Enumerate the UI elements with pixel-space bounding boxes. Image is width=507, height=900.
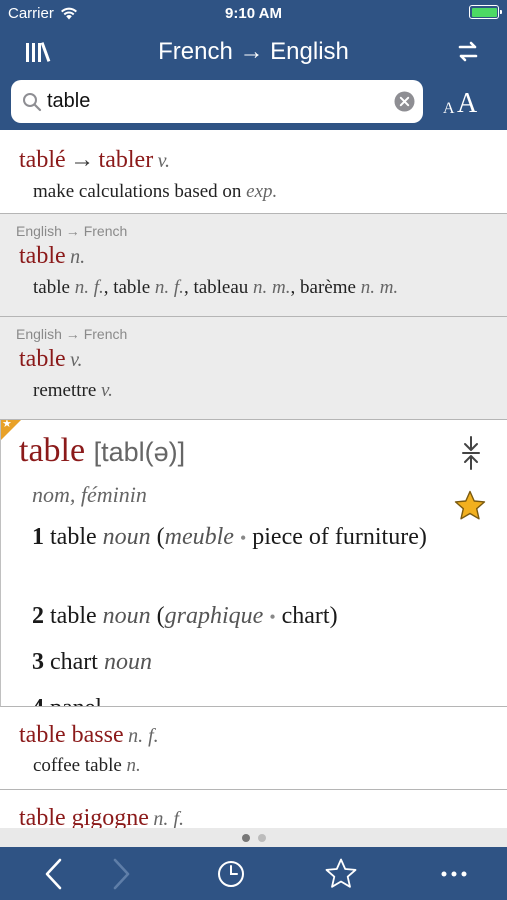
translation-text: make calculations based on: [33, 181, 247, 202]
list-item[interactable]: English → French table n. table n. f., t…: [0, 214, 507, 317]
status-bar: Carrier 9:10 AM: [0, 0, 507, 28]
sense-item: 2 table noun (graphique • chart): [32, 600, 432, 634]
entry-pos: v.: [157, 150, 171, 172]
star-outline-icon: [325, 858, 357, 888]
entry-pos: n.: [70, 246, 86, 268]
page-indicator[interactable]: [0, 828, 507, 847]
translation-pos: n. f.: [74, 277, 104, 298]
page-dot[interactable]: [241, 833, 250, 842]
translation-text: , table: [103, 277, 155, 298]
entry-translation: remettre v.: [19, 380, 507, 402]
translation-text: coffee table: [33, 755, 127, 776]
favorite-star-icon[interactable]: [453, 490, 487, 522]
status-right: [469, 5, 502, 19]
more-icon: [441, 871, 467, 877]
page-title: French → English: [158, 38, 349, 65]
list-item[interactable]: English → French table v. remettre v.: [0, 317, 507, 420]
sense-number: 2: [32, 603, 44, 629]
sense-pos: noun: [102, 524, 151, 550]
sense-gloss: piece of furniture): [252, 524, 427, 550]
sense-number: 4: [32, 695, 44, 706]
bottom-toolbar: [0, 847, 507, 900]
sense-item: 3 chart noun: [32, 646, 432, 679]
entry-translation: table n. f., table n. f., tableau n. m.,…: [19, 277, 507, 299]
sense-word: chart: [50, 649, 98, 675]
entry-translation: coffee table n.: [19, 755, 507, 777]
translation-pos: exp.: [246, 181, 278, 202]
list-item[interactable]: tablé → tabler v. make calculations base…: [0, 130, 507, 214]
redirect-arrow: →: [70, 147, 95, 173]
clock-icon: [218, 861, 244, 887]
history-button[interactable]: [213, 857, 249, 891]
search-input[interactable]: [47, 80, 387, 123]
back-button[interactable]: [36, 857, 72, 891]
translation-pos: n. m.: [253, 277, 291, 298]
sense-word: table: [50, 603, 97, 629]
translation-pos: v.: [101, 380, 113, 401]
sense-word: panel: [50, 695, 102, 706]
entry-headword: table: [19, 346, 66, 372]
battery-icon: [469, 5, 502, 19]
forward-button[interactable]: [103, 857, 139, 891]
chevron-right-icon: [113, 858, 130, 890]
list-item[interactable]: table basse n. f. coffee table n.: [0, 707, 507, 790]
search-bar: [11, 80, 423, 123]
more-button[interactable]: [436, 857, 472, 891]
sense-word: table: [50, 524, 97, 550]
direction-label: English → French: [16, 326, 128, 342]
translation-pos: n. m.: [360, 277, 399, 298]
font-big-label: A: [457, 88, 478, 119]
direction-label: English → French: [16, 223, 128, 239]
full-entry-card: ★ table [tabl(ə)] nom, féminin 1 table n…: [0, 420, 507, 707]
sense-pos: noun: [102, 603, 151, 629]
translation-pos: n. f.: [154, 277, 184, 298]
clear-search-icon[interactable]: [394, 91, 415, 112]
nav-bar: French → English: [0, 28, 507, 78]
grammar-label: nom, féminin: [32, 482, 147, 507]
font-small-label: A: [443, 100, 455, 117]
paren-open: (: [156, 603, 165, 629]
favorites-button[interactable]: [323, 857, 359, 891]
entry-pos: n. f.: [153, 808, 184, 830]
entry-pos: n. f.: [128, 725, 159, 747]
sense-number: 1: [32, 524, 44, 550]
separator: •: [269, 607, 276, 627]
entry-pos: v.: [70, 349, 83, 371]
sense-item: 1 table noun (meuble • piece of furnitur…: [32, 521, 432, 555]
sense-gloss: chart): [281, 603, 338, 629]
sense-item: 4 panel: [32, 692, 432, 706]
paren-open: (: [156, 524, 165, 550]
page-dot[interactable]: [257, 833, 266, 842]
sense-number: 3: [32, 649, 44, 675]
entry-target: tabler: [98, 147, 154, 173]
translation-text: table: [33, 277, 75, 298]
full-entry-headline: table [tabl(ə)]: [19, 432, 185, 470]
swap-language-button[interactable]: [455, 39, 485, 67]
entry-headword: table basse: [19, 722, 124, 748]
translation-text: , tableau: [183, 277, 254, 298]
entry-headword: tablé: [19, 147, 66, 173]
swap-icon: [458, 41, 478, 62]
full-entry-headword: table: [19, 432, 86, 469]
separator: •: [239, 528, 247, 548]
search-icon: [23, 93, 42, 112]
status-time: 9:10 AM: [225, 5, 282, 22]
sense-domain: graphique: [164, 603, 264, 629]
sense-domain: meuble: [164, 524, 234, 550]
translation-text: remettre: [33, 380, 102, 401]
collapse-icon[interactable]: [459, 436, 483, 470]
battery-level: [471, 7, 497, 17]
sense-pos: noun: [103, 649, 152, 675]
font-size-button[interactable]: A A: [440, 88, 488, 120]
chevron-left-icon: [45, 858, 62, 890]
translation-pos: n.: [126, 755, 141, 776]
results-list: tablé → tabler v. make calculations base…: [0, 130, 507, 847]
corner-star-icon: ★: [2, 420, 12, 430]
pronunciation: [tabl(ə)]: [93, 437, 186, 467]
entry-translation: make calculations based on exp.: [19, 181, 507, 203]
entry-headword: table: [19, 243, 66, 269]
translation-text: , barème: [290, 277, 361, 298]
